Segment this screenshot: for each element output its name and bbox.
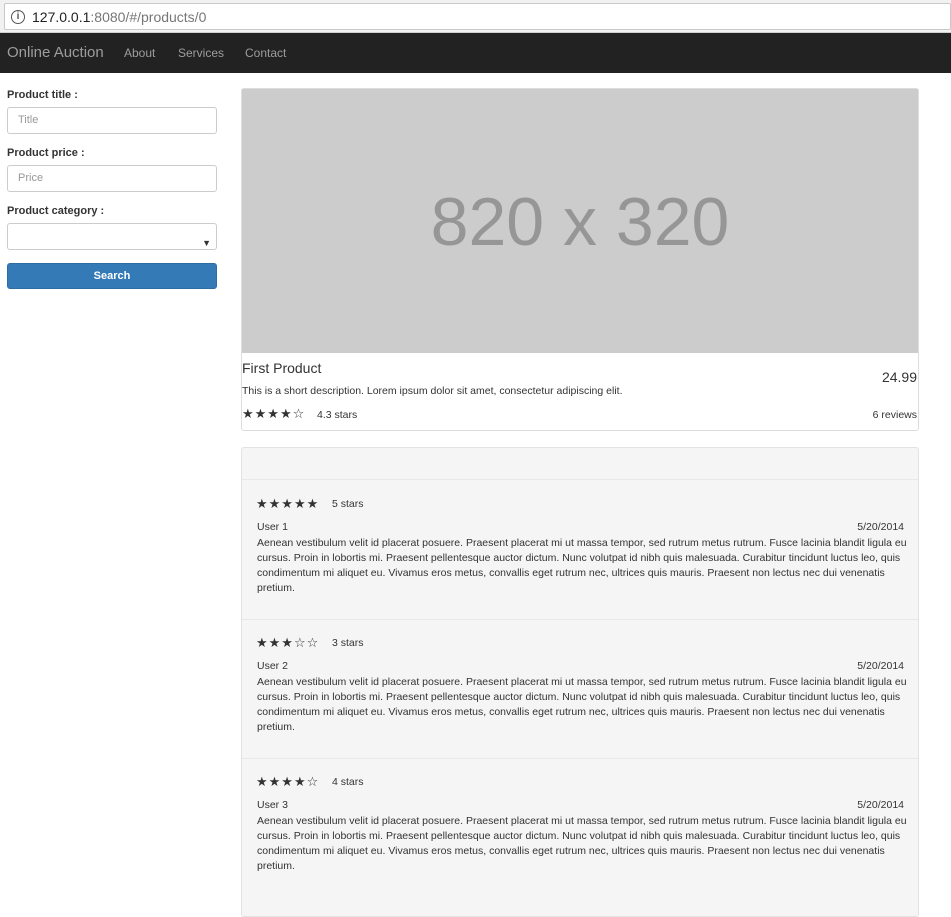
product-title-input[interactable]: Title	[7, 107, 217, 134]
review-stars-text: 4 stars	[332, 776, 364, 788]
review-date: 5/20/2014	[857, 660, 904, 672]
reviews-panel: ★★★★★ 5 stars User 1 5/20/2014 Aenean ve…	[241, 447, 919, 917]
product-category-select[interactable]: ▼	[7, 223, 217, 250]
product-thumbnail: 820 x 320 First Product 24.99 This is a …	[241, 88, 919, 431]
info-icon[interactable]: i	[11, 10, 25, 24]
product-price-label: Product price :	[7, 147, 85, 159]
review-date: 5/20/2014	[857, 799, 904, 811]
product-price: 24.99	[881, 369, 917, 385]
product-description: This is a short description. Lorem ipsum…	[242, 385, 623, 397]
url-host: 127.0.0.1	[32, 9, 91, 25]
review-date: 5/20/2014	[857, 521, 904, 533]
nav-link-about[interactable]: About	[124, 46, 155, 60]
top-navbar: Online Auction About Services Contact	[0, 33, 951, 73]
nav-link-services[interactable]: Services	[178, 46, 224, 60]
review-user: User 2	[257, 660, 288, 672]
review-stars-text: 5 stars	[332, 498, 364, 510]
nav-link-contact[interactable]: Contact	[245, 46, 286, 60]
star-rating-icon: ★★★☆☆	[256, 635, 320, 650]
url-text: 127.0.0.1:8080/#/products/0	[32, 9, 206, 25]
review-text: Aenean vestibulum velit id placerat posu…	[257, 537, 907, 594]
dropdown-arrow-icon: ▼	[202, 238, 211, 248]
review-stars-text: 3 stars	[332, 637, 364, 649]
navbar-brand[interactable]: Online Auction	[7, 44, 104, 61]
product-review-count: 6 reviews	[872, 409, 917, 421]
star-rating-icon: ★★★★★	[256, 496, 320, 511]
product-image-placeholder: 820 x 320	[242, 89, 918, 353]
divider	[242, 479, 918, 480]
review-text: Aenean vestibulum velit id placerat posu…	[257, 676, 907, 733]
divider	[242, 758, 918, 759]
divider	[242, 619, 918, 620]
star-rating-icon: ★★★★☆	[256, 774, 320, 789]
review-text: Aenean vestibulum velit id placerat posu…	[257, 815, 907, 872]
browser-address-bar: i 127.0.0.1:8080/#/products/0	[0, 0, 951, 33]
url-field[interactable]: i 127.0.0.1:8080/#/products/0	[4, 3, 951, 30]
product-title-label: Product title :	[7, 89, 78, 101]
product-title: First Product	[242, 360, 322, 376]
url-path: :8080/#/products/0	[90, 9, 207, 25]
star-rating-icon: ★★★★☆	[242, 406, 306, 421]
image-dimensions-text: 820 x 320	[430, 184, 730, 260]
review-user: User 3	[257, 799, 288, 811]
product-rating-text: 4.3 stars	[317, 409, 358, 421]
product-price-input[interactable]: Price	[7, 165, 217, 192]
search-button[interactable]: Search	[7, 263, 217, 289]
review-user: User 1	[257, 521, 288, 533]
product-category-label: Product category :	[7, 205, 105, 217]
